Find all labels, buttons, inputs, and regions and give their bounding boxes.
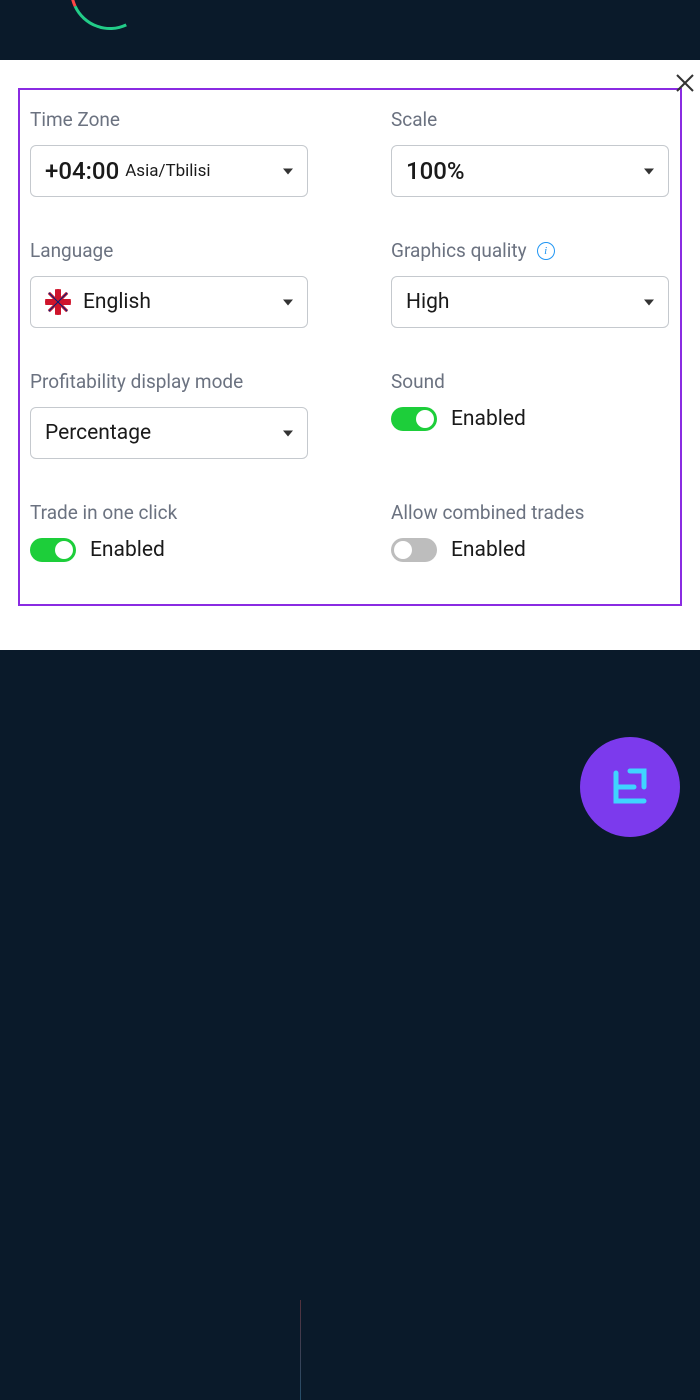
chevron-down-icon — [283, 293, 293, 312]
scale-select[interactable]: 100% — [391, 145, 669, 197]
oneclick-label: Trade in one click — [30, 501, 309, 524]
language-field: Language English — [30, 239, 309, 328]
settings-modal: Time Zone +04:00 Asia/Tbilisi Scale 100%… — [0, 60, 700, 650]
sound-status: Enabled — [451, 407, 526, 431]
timezone-select[interactable]: +04:00 Asia/Tbilisi — [30, 145, 308, 197]
close-icon — [673, 71, 697, 95]
combined-status: Enabled — [451, 538, 526, 562]
chevron-down-icon — [283, 162, 293, 181]
scale-value: 100% — [406, 157, 465, 185]
chevron-down-icon — [644, 162, 654, 181]
chevron-down-icon — [644, 293, 654, 312]
timezone-label: Time Zone — [30, 108, 309, 131]
oneclick-status: Enabled — [90, 538, 165, 562]
profitability-label: Profitability display mode — [30, 370, 309, 393]
language-select[interactable]: English — [30, 276, 308, 328]
decorative-circle — [30, 0, 130, 40]
chevron-down-icon — [283, 424, 293, 443]
sound-field: Sound Enabled — [391, 370, 670, 459]
language-label: Language — [30, 239, 309, 262]
timezone-region: Asia/Tbilisi — [125, 161, 210, 181]
graphics-field: Graphics quality i High — [391, 239, 670, 328]
support-fab[interactable] — [580, 737, 680, 837]
profitability-value: Percentage — [45, 421, 151, 445]
uk-flag-icon — [45, 289, 71, 315]
oneclick-field: Trade in one click Enabled — [30, 501, 309, 562]
profitability-field: Profitability display mode Percentage — [30, 370, 309, 459]
combined-toggle[interactable] — [391, 538, 437, 562]
oneclick-toggle[interactable] — [30, 538, 76, 562]
scale-field: Scale 100% — [391, 108, 670, 197]
combined-label: Allow combined trades — [391, 501, 670, 524]
chart-line — [300, 1300, 301, 1400]
graphics-value: High — [406, 290, 449, 314]
close-button[interactable] — [670, 68, 700, 98]
sound-label: Sound — [391, 370, 670, 393]
combined-field: Allow combined trades Enabled — [391, 501, 670, 562]
timezone-field: Time Zone +04:00 Asia/Tbilisi — [30, 108, 309, 197]
settings-panel: Time Zone +04:00 Asia/Tbilisi Scale 100%… — [18, 88, 682, 606]
sound-toggle[interactable] — [391, 407, 437, 431]
timezone-value: +04:00 — [45, 157, 119, 185]
graphics-select[interactable]: High — [391, 276, 669, 328]
info-icon[interactable]: i — [537, 242, 555, 260]
background-top — [0, 0, 700, 60]
profitability-select[interactable]: Percentage — [30, 407, 308, 459]
scale-label: Scale — [391, 108, 670, 131]
language-value: English — [83, 290, 151, 314]
support-icon — [602, 759, 658, 815]
graphics-label: Graphics quality i — [391, 239, 670, 262]
